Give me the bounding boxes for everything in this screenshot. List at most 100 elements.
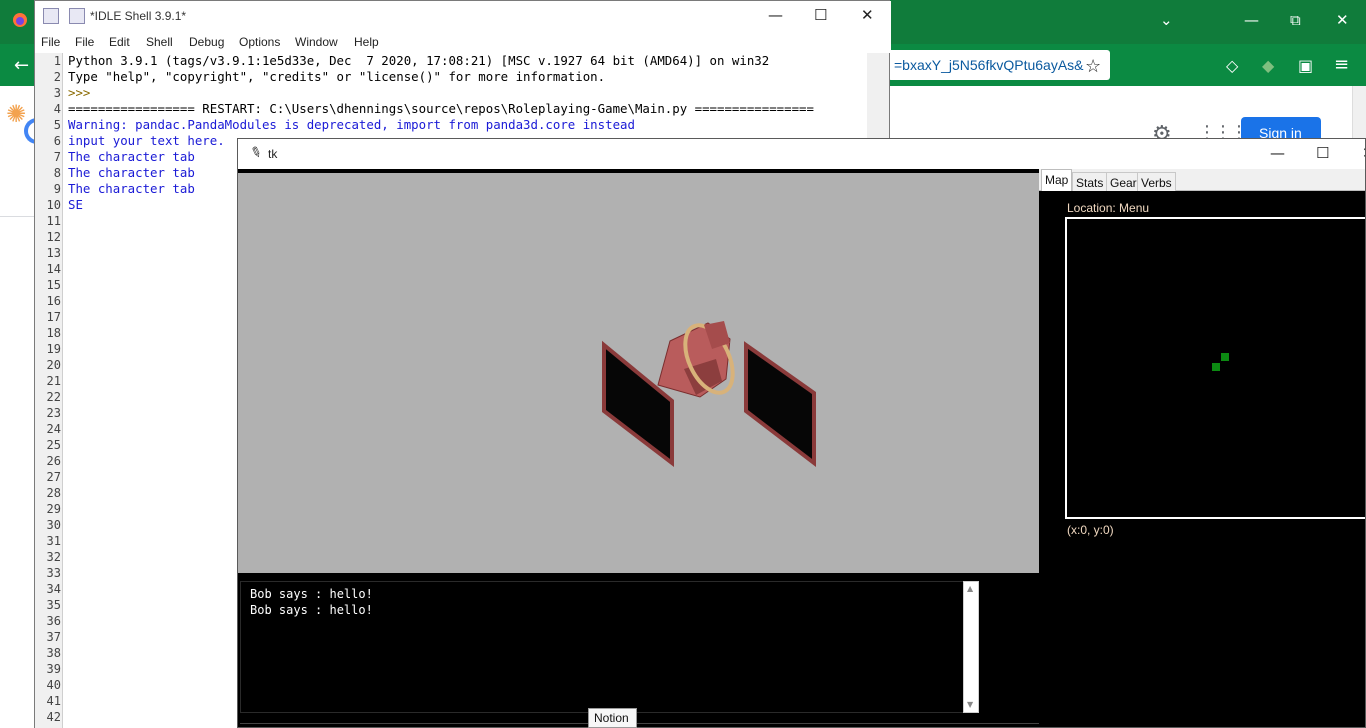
- tk-window-title: tk: [268, 147, 278, 161]
- browser-restore-button[interactable]: ⧉: [1290, 13, 1301, 28]
- line-number: 17: [46, 310, 61, 324]
- back-arrow-icon[interactable]: ←: [14, 55, 29, 76]
- line-number: 22: [46, 390, 61, 404]
- chat-input[interactable]: [240, 723, 1039, 727]
- chat-log[interactable]: Bob says : hello! Bob says : hello!: [240, 581, 979, 713]
- menu-file[interactable]: File: [75, 35, 94, 49]
- line-number: 3: [53, 86, 61, 100]
- line-number: 4: [53, 102, 61, 116]
- map-tile: [1212, 363, 1220, 371]
- line-number: 27: [46, 470, 61, 484]
- line-number: 12: [46, 230, 61, 244]
- idle-minimize-button[interactable]: —: [768, 6, 783, 24]
- tk-maximize-button[interactable]: ☐: [1316, 144, 1329, 162]
- menu-window[interactable]: Window: [295, 35, 338, 49]
- side-tabs: Map Stats Gear Verbs: [1039, 169, 1365, 191]
- shell-line: Warning: pandac.PandaModules is deprecat…: [68, 117, 635, 132]
- browser-close-button[interactable]: ✕: [1336, 13, 1349, 28]
- tk-window: ✎ tk — ☐ ✕ Bob says : hello!Bob says : h…: [237, 138, 1366, 728]
- idle-close-button[interactable]: ✕: [861, 6, 874, 24]
- line-number: 20: [46, 358, 61, 372]
- line-number: 34: [46, 582, 61, 596]
- menu-file[interactable]: File: [41, 35, 60, 49]
- map-tile: [1221, 353, 1229, 361]
- firefox-icon: [13, 13, 27, 27]
- tk-close-button[interactable]: ✕: [1362, 144, 1365, 162]
- line-number: 11: [46, 214, 61, 228]
- line-number: 32: [46, 550, 61, 564]
- menu-help[interactable]: Help: [354, 35, 379, 49]
- line-number: 14: [46, 262, 61, 276]
- idle-menubar: File File Edit Shell Debug Options Windo…: [35, 31, 891, 53]
- tab-map[interactable]: Map: [1041, 169, 1073, 191]
- right-panel: [744, 341, 816, 468]
- line-number: 18: [46, 326, 61, 340]
- line-number: 19: [46, 342, 61, 356]
- chat-line: Bob says : hello!: [250, 603, 373, 617]
- chevron-down-icon[interactable]: ⌄: [1160, 13, 1173, 28]
- line-number-gutter: 1 2 3 4 5 6 7 8 9 10 11 12 13 14 15 16 17 18 19 20 21 22 23 24 2…: [35, 53, 62, 728]
- chat-line: Bob says : hello!: [250, 587, 373, 601]
- line-number: 38: [46, 646, 61, 660]
- idle-window-title: *IDLE Shell 3.9.1*: [90, 9, 187, 23]
- chat-scrollbar[interactable]: ▲ ▼: [963, 581, 979, 713]
- tk-titlebar: ✎ tk — ☐ ✕: [238, 139, 1365, 169]
- line-number: 6: [53, 134, 61, 148]
- line-number: 39: [46, 662, 61, 676]
- shell-line: Type "help", "copyright", "credits" or "…: [68, 69, 606, 84]
- tk-minimize-button[interactable]: —: [1270, 144, 1285, 162]
- menu-shell[interactable]: Shell: [146, 35, 173, 49]
- scroll-up-icon[interactable]: ▲: [967, 584, 973, 593]
- line-number: 9: [53, 182, 61, 196]
- idle-titlebar: *IDLE Shell 3.9.1* — ☐ ✕: [35, 1, 891, 31]
- line-number: 8: [53, 166, 61, 180]
- map-panel: Location: Menu (x:0, y:0): [1039, 191, 1365, 727]
- line-number: 25: [46, 438, 61, 452]
- line-number: 40: [46, 678, 61, 692]
- line-number: 5: [53, 118, 61, 132]
- tab-verbs[interactable]: Verbs: [1137, 172, 1176, 191]
- bookmark-star-icon[interactable]: ☆: [1085, 56, 1101, 77]
- python-file-icon: [43, 8, 59, 24]
- extension-icon[interactable]: ◆: [1262, 56, 1274, 75]
- shell-line: >>>: [68, 85, 98, 100]
- line-number: 10: [46, 198, 61, 212]
- left-panel: [602, 340, 674, 468]
- tab-stats[interactable]: Stats: [1072, 172, 1108, 191]
- line-number: 15: [46, 278, 61, 292]
- tk-feather-icon: ✎: [247, 143, 265, 163]
- idle-app-icon: [69, 8, 85, 24]
- line-number: 26: [46, 454, 61, 468]
- line-number: 7: [53, 150, 61, 164]
- line-number: 36: [46, 614, 61, 628]
- line-number: 16: [46, 294, 61, 308]
- line-number: 21: [46, 374, 61, 388]
- extension-square-icon[interactable]: ▣: [1298, 56, 1313, 75]
- line-number: 41: [46, 694, 61, 708]
- menu-options[interactable]: Options: [239, 35, 280, 49]
- shell-line: Python 3.9.1 (tags/v3.9.1:1e5d33e, Dec 7…: [68, 53, 770, 68]
- shell-line: ================= RESTART: C:\Users\dhen…: [68, 101, 814, 116]
- 3d-viewport[interactable]: [238, 173, 1039, 573]
- pocket-icon[interactable]: ◇: [1226, 56, 1238, 75]
- menu-edit[interactable]: Edit: [109, 35, 130, 49]
- map-canvas[interactable]: [1065, 217, 1365, 519]
- hamburger-menu-icon[interactable]: ≡: [1334, 54, 1349, 75]
- notion-tooltip: Notion: [588, 708, 637, 728]
- menu-debug[interactable]: Debug: [189, 35, 224, 49]
- line-number: 13: [46, 246, 61, 260]
- scroll-down-icon[interactable]: ▼: [967, 700, 973, 709]
- line-number: 30: [46, 518, 61, 532]
- browser-minimize-button[interactable]: —: [1244, 13, 1259, 28]
- idle-maximize-button[interactable]: ☐: [814, 6, 827, 24]
- location-label: Location: Menu: [1067, 201, 1150, 215]
- line-number: 24: [46, 422, 61, 436]
- line-number: 28: [46, 486, 61, 500]
- line-number: 29: [46, 502, 61, 516]
- 3d-scene: [602, 321, 816, 468]
- page-divider: [0, 216, 36, 217]
- line-number: 37: [46, 630, 61, 644]
- tab-gear[interactable]: Gear: [1106, 172, 1141, 191]
- url-bar[interactable]: =bxaxY_j5N56fkvQPtu6ayAs&: [888, 50, 1110, 80]
- line-number: 33: [46, 566, 61, 580]
